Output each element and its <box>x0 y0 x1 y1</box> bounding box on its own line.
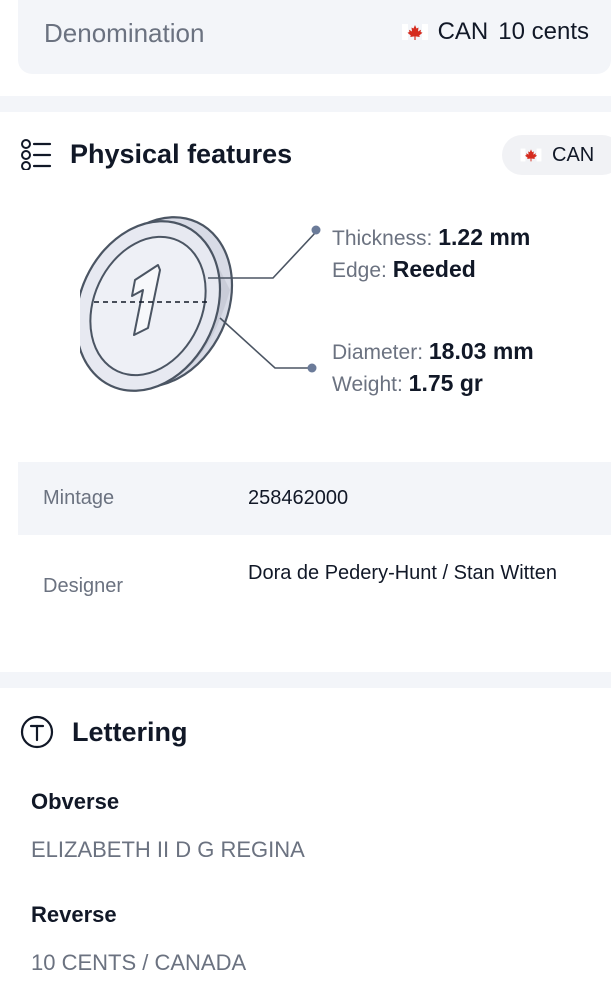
diameter-value: 18.03 mm <box>428 338 534 364</box>
text-circle-icon <box>20 715 54 749</box>
physical-features-header: Physical features <box>20 138 292 170</box>
designer-label: Designer <box>43 575 124 597</box>
canada-flag-icon <box>401 24 428 40</box>
coin-diagram-icon <box>80 216 321 392</box>
list-icon <box>21 139 52 170</box>
canada-flag-icon <box>520 148 542 162</box>
physical-features-title: Physical features <box>70 138 293 169</box>
designer-row: Designer Dora de Pedery-Hunt / Stan Witt… <box>18 535 611 645</box>
reverse-text: 10 CENTS / CANADA <box>31 950 247 975</box>
diameter-label: Diameter: <box>332 341 424 364</box>
denomination-amount: 10 cents <box>498 18 589 45</box>
denomination-country: CAN <box>437 18 489 45</box>
thickness-edge-specs: Thickness: 1.22 mm Edge: Reeded <box>332 222 530 286</box>
diameter-weight-specs: Diameter: 18.03 mm Weight: 1.75 gr <box>332 336 534 400</box>
mintage-label: Mintage <box>43 487 115 509</box>
designer-value: Dora de Pedery-Hunt / Stan Witten <box>248 562 558 584</box>
weight-value: 1.75 gr <box>408 370 483 396</box>
mintage-row: Mintage 258462000 <box>18 462 611 535</box>
denomination-label: Denomination <box>44 18 205 48</box>
obverse-text: ELIZABETH II D G REGINA <box>31 837 305 862</box>
edge-label: Edge: <box>332 259 387 282</box>
thickness-label: Thickness: <box>332 227 433 250</box>
mintage-value: 258462000 <box>248 487 349 509</box>
thickness-value: 1.22 mm <box>438 224 531 250</box>
denomination-value: CAN 10 cents <box>401 18 589 46</box>
edge-value: Reeded <box>392 256 476 282</box>
lettering-header: Lettering <box>20 715 188 749</box>
obverse-label: Obverse <box>31 789 120 814</box>
weight-label: Weight: <box>332 373 403 396</box>
section-divider <box>0 96 611 112</box>
section-divider <box>0 672 611 688</box>
coin-details-page: Denomination CAN 10 cents Physical featu… <box>0 0 611 1000</box>
denomination-card: Denomination CAN 10 cents <box>18 0 611 74</box>
lettering-title: Lettering <box>72 716 188 747</box>
country-chip[interactable]: CAN <box>502 135 611 175</box>
reverse-label: Reverse <box>31 902 117 927</box>
country-chip-label: CAN <box>552 143 595 166</box>
